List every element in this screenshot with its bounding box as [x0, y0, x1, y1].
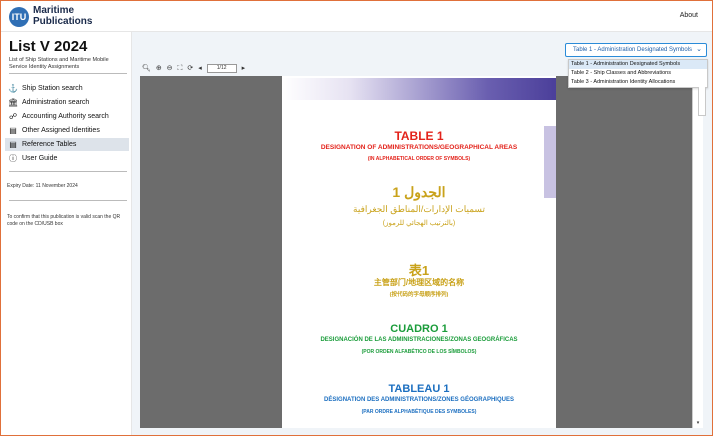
sidebar-item-other-assigned-identities[interactable]: ▤ Other Assigned Identities: [5, 124, 129, 137]
table-select-value: Table 1 - Administration Designated Symb…: [573, 47, 693, 53]
main-content: 🔍︎ ⊕ ⊖ ⛶ ⟳ ◂ 1/12 ▸ Table 1 - Administra…: [132, 32, 712, 435]
ar-subtitle: تسميات الإدارات/المناطق الجغرافية: [353, 204, 485, 214]
sidebar-item-label: Reference Tables: [22, 141, 77, 148]
dropdown-edge: [698, 87, 706, 116]
page-title: List V 2024: [9, 38, 88, 55]
sidebar-item-label: User Guide: [22, 155, 58, 162]
document-icon: ▤: [9, 126, 17, 135]
pdf-scrollbar[interactable]: ▾: [692, 76, 703, 428]
validation-note: To confirm that this publication is vali…: [7, 214, 121, 227]
sidebar-item-label: Ship Station search: [22, 85, 83, 92]
broadcast-icon: ☍: [8, 112, 18, 121]
es-subtitle: DESIGNACIÓN DE LAS ADMINISTRACIONES/ZONA…: [320, 337, 518, 343]
document-icon: ▤: [9, 140, 17, 149]
sidebar-item-ship-station-search[interactable]: ⚓ Ship Station search: [5, 82, 129, 95]
fr-title: TABLEAU 1: [388, 383, 450, 395]
sidebar: List V 2024 List of Ship Stations and Ma…: [1, 32, 132, 435]
es-title: CUADRO 1: [390, 323, 448, 335]
dropdown-option-table-2[interactable]: Table 2 - Ship Classes and Abbreviations: [569, 69, 707, 78]
search-icon[interactable]: 🔍︎: [142, 64, 151, 72]
sidebar-item-user-guide[interactable]: ⓘ User Guide: [5, 152, 129, 165]
pdf-toolbar: 🔍︎ ⊕ ⊖ ⛶ ⟳ ◂ 1/12 ▸: [142, 64, 248, 74]
page-subtitle: List of Ship Stations and Maritime Mobil…: [9, 57, 109, 70]
en-note: (IN ALPHABETICAL ORDER OF SYMBOLS): [367, 156, 471, 162]
sidebar-item-administration-search[interactable]: 🏛 Administration search: [5, 96, 129, 109]
building-icon: 🏛: [8, 98, 19, 107]
scroll-down-icon[interactable]: ▾: [694, 419, 702, 427]
next-page-icon[interactable]: ▸: [242, 64, 246, 72]
en-subtitle: DESIGNATION OF ADMINISTRATIONS/GEOGRAPHI…: [320, 144, 518, 151]
ar-title: الجدول 1: [392, 184, 446, 200]
app-window: ITU Maritime Publications About List V 2…: [0, 0, 713, 436]
divider: [9, 171, 127, 172]
es-note: (POR ORDEN ALFABÉTICO DE LOS SÍMBOLOS): [361, 349, 477, 355]
pdf-viewer[interactable]: TABLE 1 DESIGNATION OF ADMINISTRATIONS/G…: [140, 76, 702, 428]
fit-page-icon[interactable]: ⛶: [178, 65, 183, 73]
logo-line-2: Publications: [33, 16, 93, 27]
about-link[interactable]: About: [680, 12, 698, 19]
info-icon: ⓘ: [9, 154, 17, 163]
divider: [9, 73, 127, 74]
zh-note: (按代码的字母顺序排列): [389, 292, 449, 298]
pdf-page: TABLE 1 DESIGNATION OF ADMINISTRATIONS/G…: [282, 76, 556, 428]
top-header: ITU Maritime Publications About: [1, 1, 712, 32]
sidebar-item-reference-tables[interactable]: ▤ Reference Tables: [5, 138, 129, 151]
sidebar-item-label: Accounting Authority search: [22, 113, 109, 120]
rotate-icon[interactable]: ⟳: [187, 64, 193, 72]
fr-note: (PAR ORDRE ALPHABÉTIQUE DES SYMBOLES): [361, 409, 477, 415]
ship-icon: ⚓: [8, 84, 18, 93]
header-band: [282, 78, 556, 100]
sidebar-item-label: Other Assigned Identities: [22, 127, 100, 134]
prev-page-icon[interactable]: ◂: [198, 64, 202, 72]
chevron-down-icon: ⌄: [696, 46, 702, 53]
expiry-date: Expiry Date: 11 November 2024: [7, 183, 78, 189]
logo-line-1: Maritime: [33, 5, 75, 16]
dropdown-option-table-3[interactable]: Table 3 - Administration Identity Alloca…: [569, 78, 707, 87]
dropdown-option-table-1[interactable]: Table 1 - Administration Designated Symb…: [569, 60, 707, 69]
sidebar-item-label: Administration search: [22, 99, 90, 106]
zh-subtitle: 主管部门/地理区域的名称: [373, 278, 465, 287]
zoom-in-icon[interactable]: ⊕: [156, 64, 162, 72]
table-select-dropdown: Table 1 - Administration Designated Symb…: [568, 59, 708, 88]
zoom-out-icon[interactable]: ⊖: [167, 64, 173, 72]
itu-logo-icon[interactable]: ITU: [9, 7, 29, 27]
ar-note: (بالترتيب الهجائي للرموز): [382, 220, 456, 227]
fr-subtitle: DÉSIGNATION DES ADMINISTRATIONS/ZONES GÉ…: [324, 397, 514, 403]
app-logo-text[interactable]: Maritime Publications: [33, 5, 92, 27]
page-number-input[interactable]: 1/12: [206, 64, 237, 73]
table-select[interactable]: Table 1 - Administration Designated Symb…: [565, 43, 707, 57]
divider: [9, 200, 127, 201]
en-title: TABLE 1: [394, 129, 444, 143]
sidebar-item-accounting-authority-search[interactable]: ☍ Accounting Authority search: [5, 110, 129, 123]
